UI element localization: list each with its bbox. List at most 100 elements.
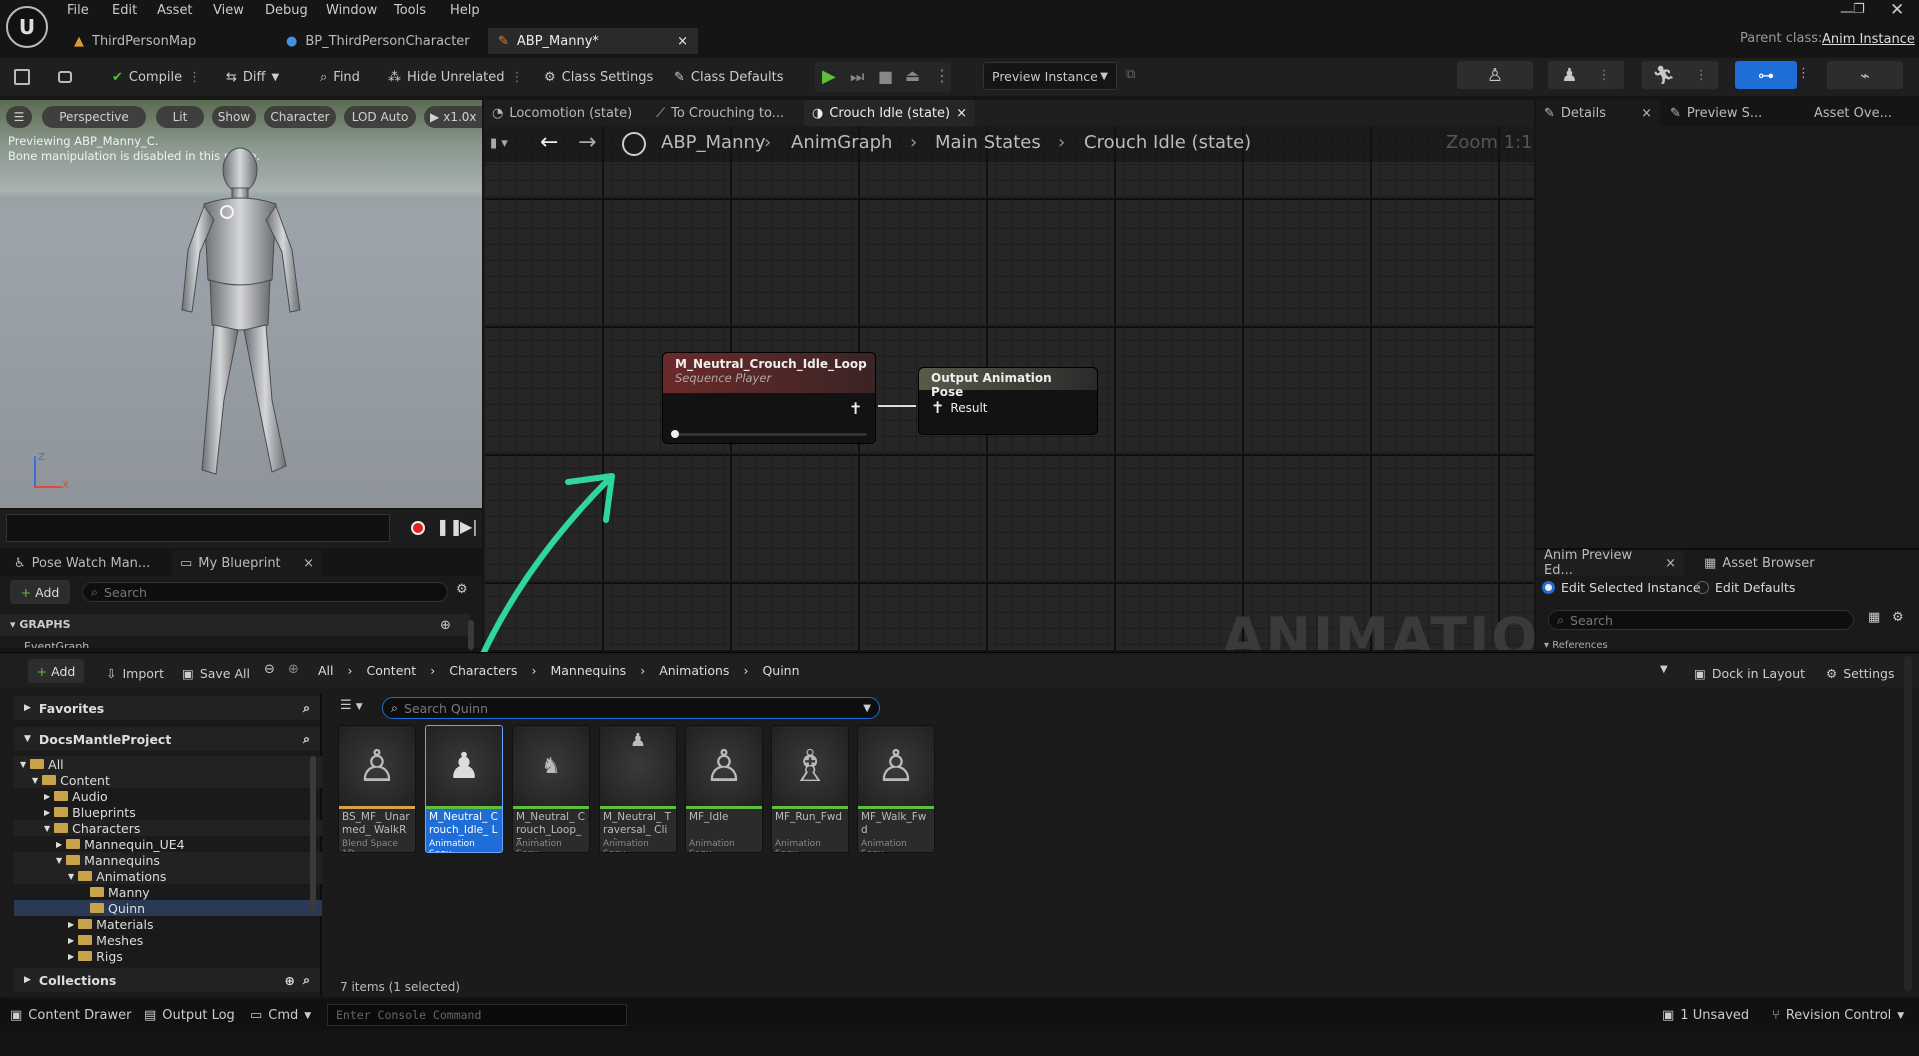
radio-edit-defaults[interactable]: Edit Defaults <box>1696 580 1795 595</box>
my-blueprint-search-input[interactable]: ⌕ Search <box>82 582 448 602</box>
favorites-section[interactable]: ▶ Favorites ⌕ <box>14 696 320 720</box>
tab-asset-overview[interactable]: Asset Ove... <box>1806 100 1900 126</box>
output-log-button[interactable]: ▤ Output Log <box>144 1008 235 1023</box>
asset-tile[interactable]: ♞ M_Neutral_ Crouch_Loop_ Fwd Animation … <box>512 725 590 853</box>
scrollbar[interactable] <box>468 620 474 650</box>
pose-output-pin-icon[interactable]: ✝ <box>849 399 862 418</box>
tab-my-blueprint[interactable]: ▭ My Blueprint × <box>172 550 322 576</box>
show-button[interactable]: Show <box>212 106 256 128</box>
pause-icon[interactable]: ❚❚ <box>436 517 463 536</box>
asset-tile[interactable]: ♙ MF_Walk_Fwd Animation Sequ... <box>857 725 935 853</box>
filter-dropdown[interactable]: ☰ ▼ <box>340 698 363 713</box>
collections-section[interactable]: ▶ Collections ⊕ ⌕ <box>14 968 320 992</box>
tree-item-meshes[interactable]: ▶ Meshes <box>14 932 322 948</box>
path-dropdown-icon[interactable]: ▼ <box>1660 664 1668 675</box>
more-icon[interactable]: ⋮ <box>1598 68 1611 83</box>
search-icon[interactable]: ⌕ <box>303 731 310 747</box>
tab-pose-watch-manager[interactable]: ♿︎ Pose Watch Man... <box>6 550 158 576</box>
path-quinn[interactable]: Quinn <box>762 663 799 678</box>
chevron-down-icon[interactable]: ▼ <box>863 703 871 714</box>
event-graph-item[interactable]: EventGraph <box>24 640 89 648</box>
tab-bp-third-person-character[interactable]: ● BP_ThirdPersonCharacter <box>276 28 486 54</box>
diff-button[interactable]: ⇆ Diff ▼ <box>226 64 279 90</box>
lit-button[interactable]: Lit <box>156 106 204 128</box>
save-all-button[interactable]: ▣ Save All <box>182 660 250 686</box>
path-all[interactable]: All <box>318 663 334 678</box>
close-icon[interactable]: × <box>303 556 314 571</box>
path-characters[interactable]: Characters <box>449 663 517 678</box>
path-content[interactable]: Content <box>367 663 417 678</box>
breadcrumb-main-states[interactable]: Main States <box>935 132 1041 153</box>
unsaved-button[interactable]: ▣ 1 Unsaved <box>1662 1008 1749 1023</box>
dock-in-layout-button[interactable]: ▣ Dock in Layout <box>1694 660 1805 686</box>
compile-button[interactable]: ✔ Compile ⋮ <box>112 64 201 90</box>
path-animations[interactable]: Animations <box>659 663 729 678</box>
close-icon[interactable]: × <box>1641 106 1652 121</box>
content-add-button[interactable]: + Add <box>28 659 84 683</box>
revision-control-button[interactable]: ⑂ Revision Control ▼ <box>1772 1008 1904 1023</box>
eject-icon[interactable]: ⏏ <box>905 66 920 85</box>
drawer-scrollbar[interactable] <box>1904 656 1912 991</box>
cmd-dropdown[interactable]: ▭ Cmd ▼ <box>250 1008 311 1023</box>
skeleton-mode-button[interactable]: ♙ <box>1457 61 1533 89</box>
console-command-input[interactable]: Enter Console Command <box>327 1004 627 1026</box>
references-section[interactable]: ▾ References <box>1544 640 1608 650</box>
tab-locomotion-state[interactable]: ◔ Locomotion (state) <box>484 100 640 126</box>
asset-tile[interactable]: ♗ MF_Run_Fwd Animation Sequ... <box>771 725 849 853</box>
close-icon[interactable]: × <box>1665 556 1676 571</box>
breadcrumb-abp-manny[interactable]: ABP_Manny <box>661 132 766 153</box>
class-defaults-button[interactable]: ✎ Class Defaults <box>674 64 784 90</box>
tree-item-content[interactable]: ▼ Content <box>14 772 322 788</box>
pose-input-pin-icon[interactable]: ✝ <box>931 398 944 417</box>
tree-item-all[interactable]: ▼ All <box>14 756 322 772</box>
menu-edit[interactable]: Edit <box>112 3 137 21</box>
menu-help[interactable]: Help <box>450 3 480 21</box>
asset-search-input[interactable]: ⌕ Search Quinn ▼ <box>382 697 880 719</box>
tree-item-audio[interactable]: ▶ Audio <box>14 788 322 804</box>
tab-asset-browser[interactable]: ▦ Asset Browser <box>1696 550 1823 576</box>
menu-debug[interactable]: Debug <box>265 3 308 21</box>
menu-asset[interactable]: Asset <box>157 3 193 21</box>
tree-item-blueprints[interactable]: ▶ Blueprints <box>14 804 322 820</box>
play-icon[interactable]: ▶ <box>822 66 836 87</box>
hamburger-icon[interactable]: ☰ <box>6 106 32 128</box>
tree-scrollbar[interactable] <box>310 756 316 912</box>
sequence-player-node[interactable]: M_Neutral_Crouch_Idle_Loop Sequence Play… <box>662 352 876 444</box>
content-drawer-button[interactable]: ▣ Content Drawer <box>10 1008 131 1023</box>
more-icon[interactable]: ⋮ <box>188 70 201 85</box>
perspective-button[interactable]: Perspective <box>42 106 146 128</box>
search-icon[interactable]: ⌕ <box>303 700 310 716</box>
menu-window[interactable]: Window <box>326 3 377 21</box>
gear-icon[interactable]: ⚙ <box>456 582 468 597</box>
tree-item-materials[interactable]: ▶ Materials <box>14 916 322 932</box>
tab-preview-scene[interactable]: ✎ Preview S... <box>1662 100 1770 126</box>
add-button[interactable]: + Add <box>10 580 70 604</box>
blueprint-mode-button[interactable]: ⊶ <box>1735 61 1797 89</box>
find-button[interactable]: ⌕ Find <box>320 64 360 90</box>
search-icon[interactable]: ⌕ <box>303 972 310 988</box>
path-mannequins[interactable]: Mannequins <box>550 663 626 678</box>
add-graph-icon[interactable]: ⊕ <box>440 618 451 633</box>
preview-instance-dropdown[interactable]: Preview Instance ▼ <box>983 62 1117 90</box>
hide-unrelated-button[interactable]: ⁂ Hide Unrelated ⋮ <box>388 64 524 90</box>
step-icon[interactable]: ⏭ <box>850 67 864 87</box>
playback-speed-button[interactable]: ▶ x1.0x <box>424 106 482 128</box>
content-settings-button[interactable]: ⚙ Settings <box>1826 660 1895 686</box>
forward-arrow-icon[interactable]: → <box>578 130 596 155</box>
tree-item-animations[interactable]: ▼ Animations <box>14 868 322 884</box>
bookmark-icon[interactable]: ▮ ▾ <box>490 136 508 151</box>
lod-button[interactable]: LOD Auto <box>344 106 416 128</box>
more-icon[interactable]: ⋮ <box>511 70 524 85</box>
asset-tile-selected[interactable]: ♟ M_Neutral_ Crouch_Idle_ Loop Animation… <box>425 725 503 853</box>
gear-icon[interactable]: ⚙ <box>1892 610 1904 625</box>
minimize-icon[interactable]: — <box>1840 4 1854 20</box>
tab-to-crouching[interactable]: ⟋ To Crouching to... <box>648 100 792 126</box>
animation-mode-button[interactable]: 🏃︎ ⋮ <box>1642 61 1718 89</box>
tab-third-person-map[interactable]: ▲ ThirdPersonMap <box>64 28 274 54</box>
tab-anim-preview-editor[interactable]: Anim Preview Ed... × <box>1536 548 1684 578</box>
menu-view[interactable]: View <box>213 3 244 21</box>
restore-icon[interactable]: ❐ <box>1853 2 1865 17</box>
anim-preview-search-input[interactable]: ⌕ Search <box>1548 610 1854 630</box>
tree-item-manny[interactable]: Manny <box>14 884 322 900</box>
tree-item-mannequin-ue4[interactable]: ▶ Mannequin_UE4 <box>14 836 322 852</box>
